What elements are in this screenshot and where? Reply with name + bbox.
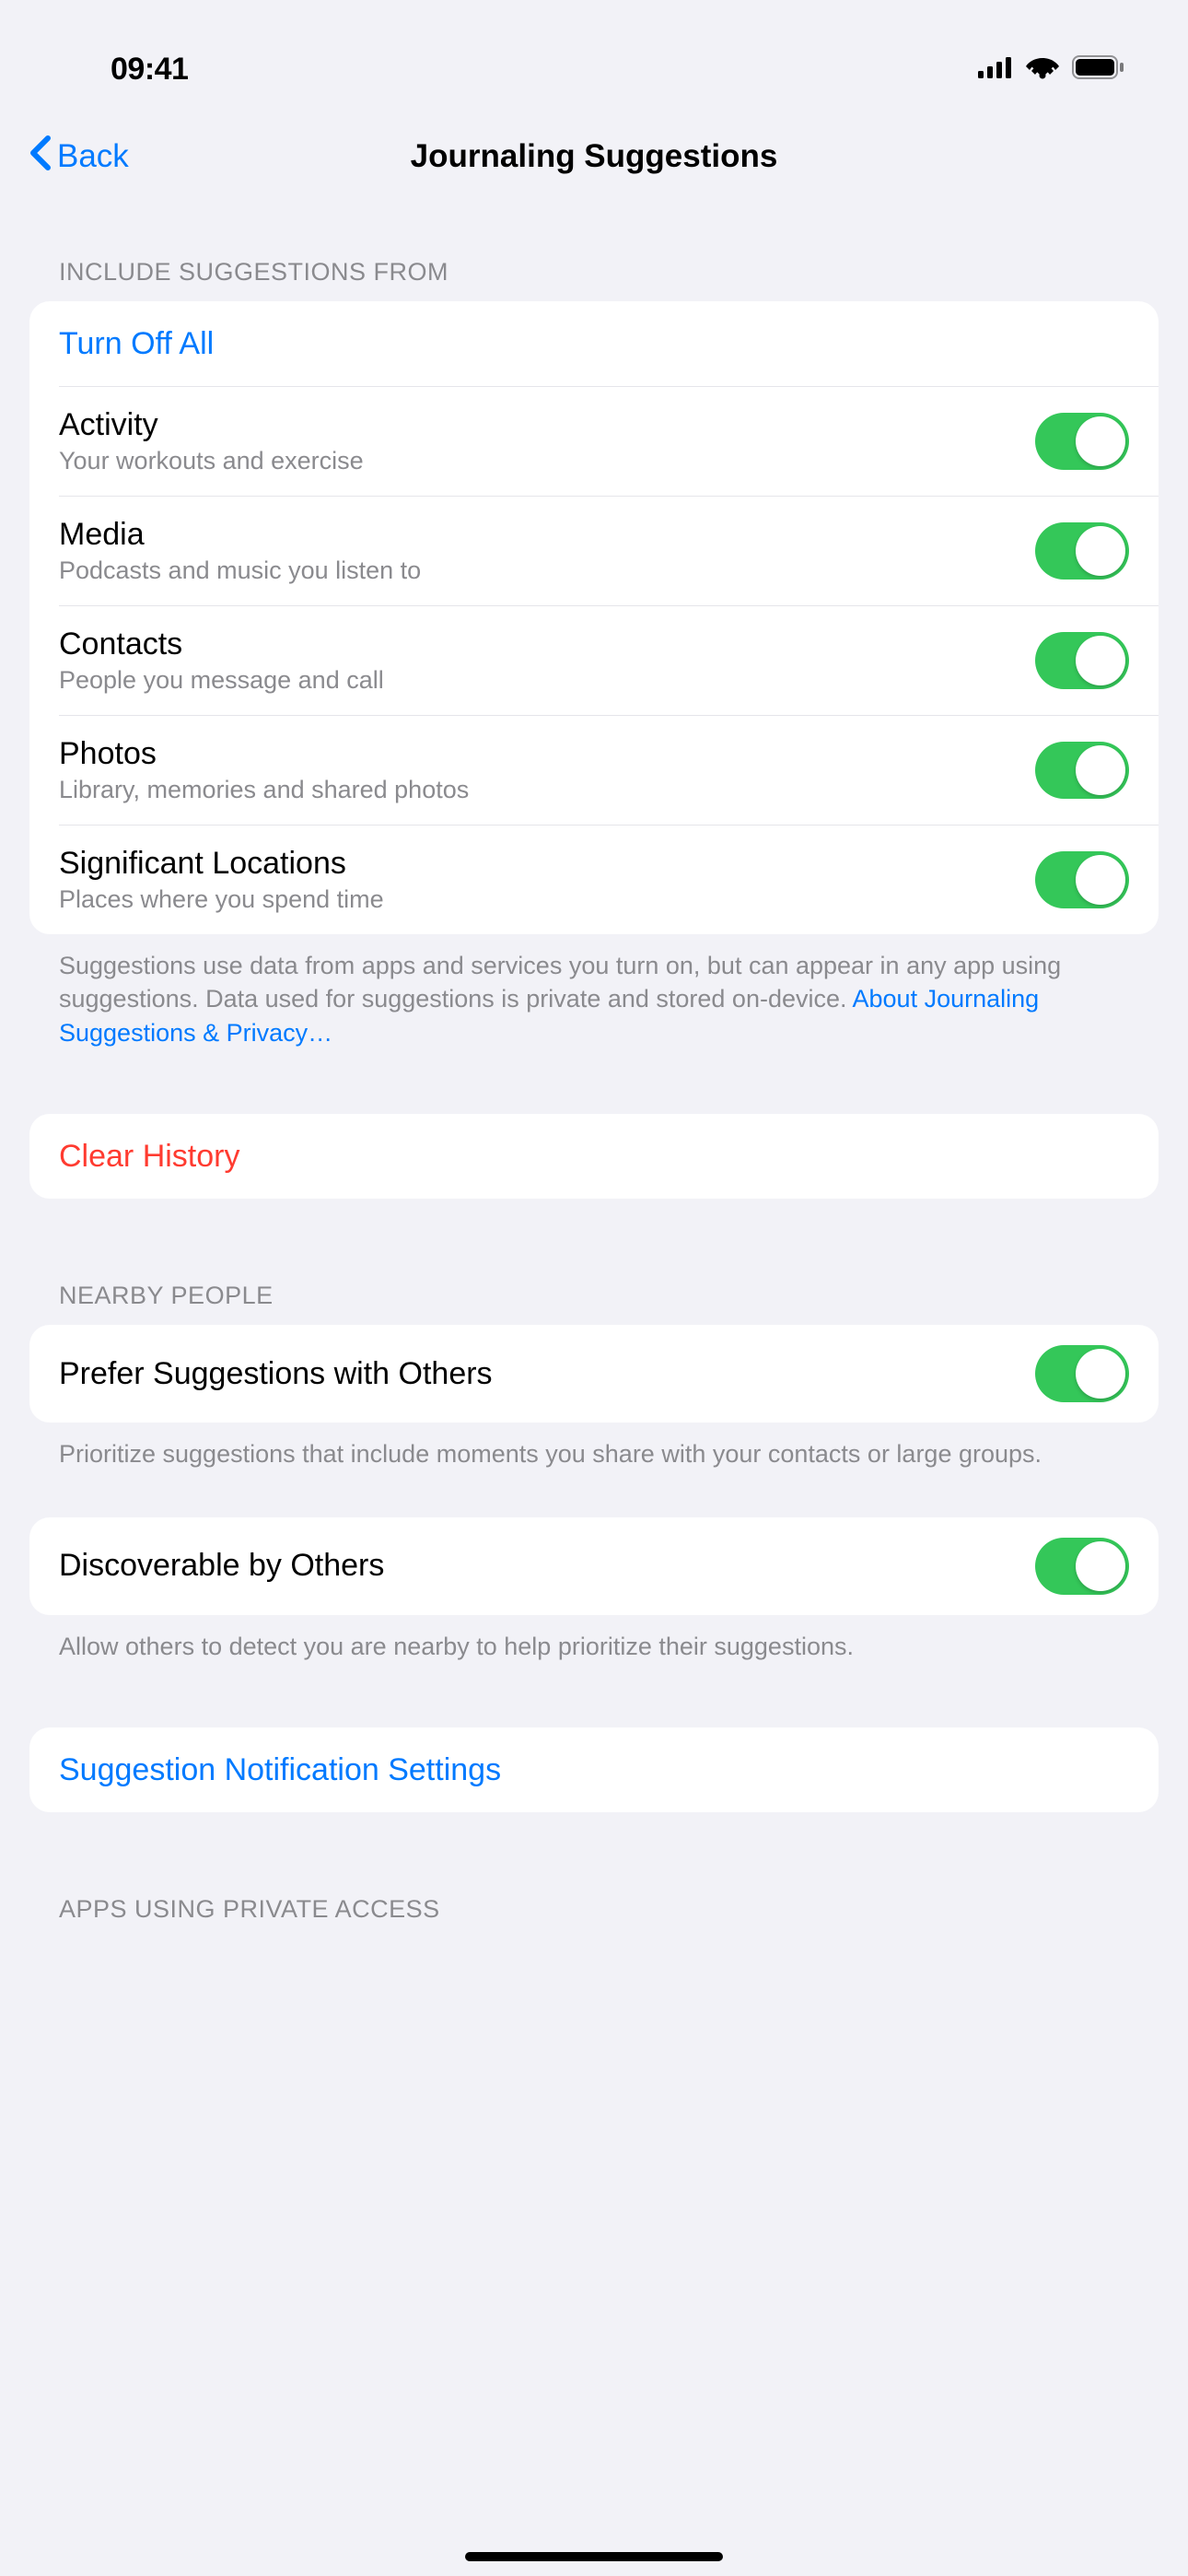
significant-locations-row: Significant Locations Places where you s… (29, 825, 1159, 934)
back-label: Back (57, 138, 129, 175)
notification-settings-label: Suggestion Notification Settings (59, 1752, 501, 1788)
locations-toggle[interactable] (1035, 851, 1129, 908)
activity-title: Activity (59, 407, 1035, 443)
discoverable-footer: Allow others to detect you are nearby to… (0, 1615, 1188, 1663)
clear-history-group: Clear History (29, 1114, 1159, 1199)
locations-subtitle: Places where you spend time (59, 885, 1035, 914)
contacts-subtitle: People you message and call (59, 666, 1035, 695)
status-icons (978, 55, 1133, 84)
battery-icon (1072, 55, 1125, 84)
notification-settings-button[interactable]: Suggestion Notification Settings (29, 1727, 1159, 1812)
chevron-left-icon (28, 135, 52, 180)
contacts-row: Contacts People you message and call (29, 606, 1159, 715)
contacts-toggle[interactable] (1035, 632, 1129, 689)
turn-off-all-button[interactable]: Turn Off All (29, 301, 1159, 386)
media-toggle[interactable] (1035, 522, 1129, 580)
back-button[interactable]: Back (28, 135, 129, 180)
section-header-apps-access: APPS USING PRIVATE ACCESS (0, 1812, 1188, 1938)
clear-history-button[interactable]: Clear History (29, 1114, 1159, 1199)
discoverable-label: Discoverable by Others (59, 1548, 384, 1584)
photos-row: Photos Library, memories and shared phot… (29, 716, 1159, 825)
photos-subtitle: Library, memories and shared photos (59, 776, 1035, 804)
status-time: 09:41 (55, 52, 188, 88)
notification-settings-group: Suggestion Notification Settings (29, 1727, 1159, 1812)
status-bar: 09:41 (0, 0, 1188, 111)
media-subtitle: Podcasts and music you listen to (59, 556, 1035, 585)
locations-title: Significant Locations (59, 846, 1035, 882)
cellular-icon (978, 56, 1013, 83)
photos-title: Photos (59, 736, 1035, 772)
navigation-header: Back Journaling Suggestions (0, 111, 1188, 203)
discoverable-toggle[interactable] (1035, 1538, 1129, 1595)
prefer-suggestions-footer: Prioritize suggestions that include mome… (0, 1423, 1188, 1470)
section-header-nearby: NEARBY PEOPLE (0, 1199, 1188, 1325)
turn-off-all-label: Turn Off All (59, 326, 214, 362)
page-title: Journaling Suggestions (411, 138, 778, 175)
media-row: Media Podcasts and music you listen to (29, 497, 1159, 605)
prefer-suggestions-label: Prefer Suggestions with Others (59, 1356, 493, 1392)
wifi-icon (1026, 55, 1059, 84)
photos-toggle[interactable] (1035, 742, 1129, 799)
prefer-suggestions-toggle[interactable] (1035, 1345, 1129, 1402)
home-indicator[interactable] (465, 2552, 723, 2561)
prefer-suggestions-group: Prefer Suggestions with Others (29, 1325, 1159, 1423)
activity-row: Activity Your workouts and exercise (29, 387, 1159, 496)
activity-subtitle: Your workouts and exercise (59, 447, 1035, 475)
section-header-include: INCLUDE SUGGESTIONS FROM (0, 203, 1188, 301)
contacts-title: Contacts (59, 626, 1035, 662)
discoverable-group: Discoverable by Others (29, 1517, 1159, 1615)
media-title: Media (59, 517, 1035, 553)
discoverable-row: Discoverable by Others (29, 1517, 1159, 1615)
include-suggestions-group: Turn Off All Activity Your workouts and … (29, 301, 1159, 934)
prefer-suggestions-row: Prefer Suggestions with Others (29, 1325, 1159, 1423)
clear-history-label: Clear History (59, 1139, 239, 1175)
include-footer: Suggestions use data from apps and servi… (0, 934, 1188, 1049)
activity-toggle[interactable] (1035, 413, 1129, 470)
